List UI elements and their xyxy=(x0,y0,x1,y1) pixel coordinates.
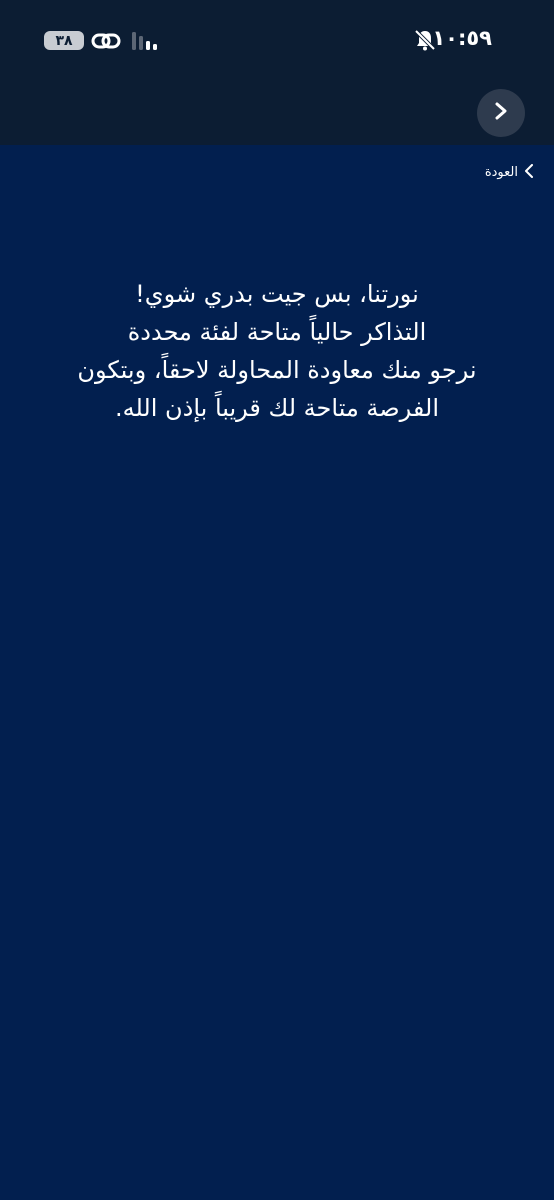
chevron-left-icon xyxy=(524,163,534,182)
back-label: العودة xyxy=(484,165,518,180)
chevron-right-icon xyxy=(491,101,511,125)
battery-indicator: ٣٨ xyxy=(44,31,84,50)
status-bar: ١٠:٥٩ ٣٨ xyxy=(0,0,554,84)
message-line: نرجو منك معاودة المحاولة لاحقاً، وبتكون xyxy=(77,356,477,384)
message-line: الفرصة متاحة لك قريباً بإذن الله. xyxy=(114,394,440,422)
app-bar xyxy=(0,84,554,145)
info-message: نورتنا، بس جيت بدري شوي! التذاكر حالياً … xyxy=(20,275,534,427)
link-icon xyxy=(91,29,121,53)
forward-button[interactable] xyxy=(477,89,525,137)
bell-off-icon xyxy=(413,28,437,52)
back-link[interactable]: العودة xyxy=(485,163,534,182)
status-time: ١٠:٥٩ xyxy=(432,26,492,50)
signal-icon xyxy=(132,32,162,50)
message-line: نورتنا، بس جيت بدري شوي! xyxy=(135,280,419,308)
message-line: التذاكر حالياً متاحة لفئة محددة xyxy=(127,318,427,346)
